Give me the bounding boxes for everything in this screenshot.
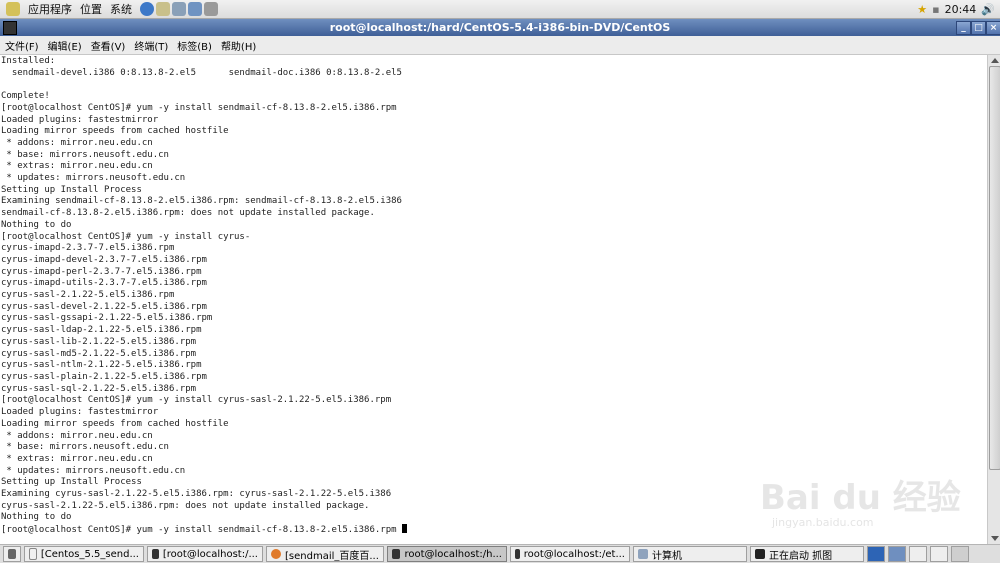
taskbar-item-label: 正在启动 抓图 [769,550,833,562]
window-title: root@localhost:/hard/CentOS-5.4-i386-bin… [329,21,671,34]
taskbar-item-label: [sendmail_百度百... [285,550,379,562]
terminal-line: Setting up Install Process [1,184,142,195]
taskbar-item-firefox[interactable]: [sendmail_百度百... [266,546,384,562]
terminal-line: cyrus-sasl-devel-2.1.22-5.el5.i386.rpm [1,301,207,312]
menu-tabs[interactable]: 标签(B) [177,38,212,53]
browser-globe-icon[interactable] [140,2,154,16]
show-desktop-button[interactable] [3,546,21,562]
terminal-icon [152,549,159,559]
terminal-line: * extras: mirror.neu.edu.cn [1,161,153,172]
terminal-line: sendmail-cf-8.13.8-2.el5.i386.rpm: does … [1,208,375,219]
close-button[interactable]: × [986,21,1000,35]
terminal-icon [515,549,520,559]
terminal-line: cyrus-imapd-utils-2.3.7-7.el5.i386.rpm [1,278,207,289]
workspace-3[interactable] [909,546,927,562]
terminal-line: cyrus-sasl-gssapi-2.1.22-5.el5.i386.rpm [1,313,213,324]
terminal-line: Nothing to do [1,219,72,230]
menu-view[interactable]: 查看(V) [91,38,126,53]
watermark-url: jingyan.baidu.com [772,516,874,529]
terminal-line: cyrus-sasl-2.1.22-5.el5.i386.rpm [1,290,175,301]
terminal-window-icon[interactable] [3,21,17,35]
terminal-line: Loaded plugins: fastestmirror [1,114,159,125]
taskbar-item-terminal-1[interactable]: [root@localhost:/... [147,546,263,562]
mail-icon[interactable] [156,2,170,16]
taskbar-item-label: root@localhost:/et... [523,548,625,560]
camera-icon [755,549,765,559]
taskbar-item-screenshot[interactable]: 正在启动 抓图 [750,546,864,562]
bottom-taskbar: [Centos_5.5_send... [root@localhost:/...… [0,544,1000,563]
terminal-line: cyrus-sasl-md5-2.1.22-5.el5.i386.rpm [1,348,197,359]
clock[interactable]: 20:44 [945,3,977,16]
star-icon[interactable]: ★ [917,3,927,16]
terminal-line: sendmail-devel.i386 0:8.13.8-2.el5 sendm… [1,67,402,78]
terminal-menubar: 文件(F) 编辑(E) 查看(V) 终端(T) 标签(B) 帮助(H) [0,36,1000,55]
taskbar-item-label: [root@localhost:/... [162,548,258,560]
terminal-line: cyrus-imapd-perl-2.3.7-7.el5.i386.rpm [1,266,202,277]
scroll-thumb[interactable] [989,66,1000,470]
terminal-line: * updates: mirrors.neusoft.edu.cn [1,173,186,184]
terminal-line: cyrus-sasl-ldap-2.1.22-5.el5.i386.rpm [1,325,202,336]
maximize-button[interactable]: □ [971,21,986,35]
terminal-line: cyrus-sasl-sql-2.1.22-5.el5.i386.rpm [1,383,197,394]
workspace-4[interactable] [930,546,948,562]
terminal-line: Examining sendmail-cf-8.13.8-2.el5.i386.… [1,196,402,207]
scroll-down-arrow[interactable] [991,536,999,541]
terminal-line: Complete! [1,91,50,102]
menu-system[interactable]: 系统 [110,1,132,17]
network-icon[interactable]: ▪ [932,3,939,16]
taskbar-item-centos-doc[interactable]: [Centos_5.5_send... [24,546,144,562]
applications-foot-icon[interactable] [6,2,20,16]
baidu-watermark: Bai du 经验 jingyan.baidu.com [760,460,980,540]
trash-icon[interactable] [951,546,969,562]
terminal-line: Installed: [1,56,56,66]
scroll-up-arrow[interactable] [991,58,999,63]
workspace-1[interactable] [867,546,885,562]
taskbar-item-terminal-etc[interactable]: root@localhost:/et... [510,546,630,562]
terminal-line: Loading mirror speeds from cached hostfi… [1,126,229,137]
terminal-line: * base: mirrors.neusoft.edu.cn [1,149,169,160]
terminal-line: Loading mirror speeds from cached hostfi… [1,418,229,429]
top-panel: 应用程序 位置 系统 ★ ▪ 20:44 🔊 [0,0,1000,19]
terminal-line: * addons: mirror.neu.edu.cn [1,430,153,441]
taskbar-item-label: root@localhost:/h... [404,548,502,560]
firefox-icon [271,549,281,559]
edit-icon[interactable] [172,2,186,16]
terminal-line: cyrus-sasl-ntlm-2.1.22-5.el5.i386.rpm [1,360,202,371]
menu-applications[interactable]: 应用程序 [28,1,72,17]
terminal-line: [root@localhost CentOS]# yum -y install … [1,102,397,113]
terminal-line: * addons: mirror.neu.edu.cn [1,137,153,148]
volume-icon[interactable]: 🔊 [981,3,995,16]
watermark-brand: Bai du 经验 [760,478,961,518]
remote-icon[interactable] [204,2,218,16]
computer-icon [638,549,648,559]
terminal-line: [root@localhost CentOS]# yum -y install … [1,231,251,242]
terminal-cursor [401,524,407,534]
taskbar-item-label: 计算机 [652,550,682,562]
menu-file[interactable]: 文件(F) [5,38,39,53]
notes-icon[interactable] [188,2,202,16]
terminal-line: cyrus-sasl-plain-2.1.22-5.el5.i386.rpm [1,371,207,382]
terminal-line: Loaded plugins: fastestmirror [1,407,159,418]
taskbar-item-terminal-active[interactable]: root@localhost:/h... [387,546,507,562]
system-tray: ★ ▪ 20:44 🔊 [917,0,1000,18]
taskbar-item-computer[interactable]: 计算机 [633,546,747,562]
terminal-line: cyrus-imapd-2.3.7-7.el5.i386.rpm [1,243,175,254]
terminal-line: cyrus-imapd-devel-2.3.7-7.el5.i386.rpm [1,254,207,265]
workspace-2[interactable] [888,546,906,562]
menu-terminal[interactable]: 终端(T) [134,38,168,53]
terminal-icon [392,549,401,559]
terminal-scrollbar[interactable] [987,55,1000,544]
terminal-line: * base: mirrors.neusoft.edu.cn [1,442,169,453]
window-titlebar[interactable]: root@localhost:/hard/CentOS-5.4-i386-bin… [0,19,1000,36]
terminal-line: cyrus-sasl-lib-2.1.22-5.el5.i386.rpm [1,336,197,347]
menu-places[interactable]: 位置 [80,1,102,17]
minimize-button[interactable]: _ [956,21,971,35]
taskbar-item-label: [Centos_5.5_send... [40,548,139,560]
terminal-line: [root@localhost CentOS]# yum -y install … [1,395,392,406]
menu-help[interactable]: 帮助(H) [221,38,256,53]
document-icon [29,548,37,560]
menu-edit[interactable]: 编辑(E) [48,38,82,53]
